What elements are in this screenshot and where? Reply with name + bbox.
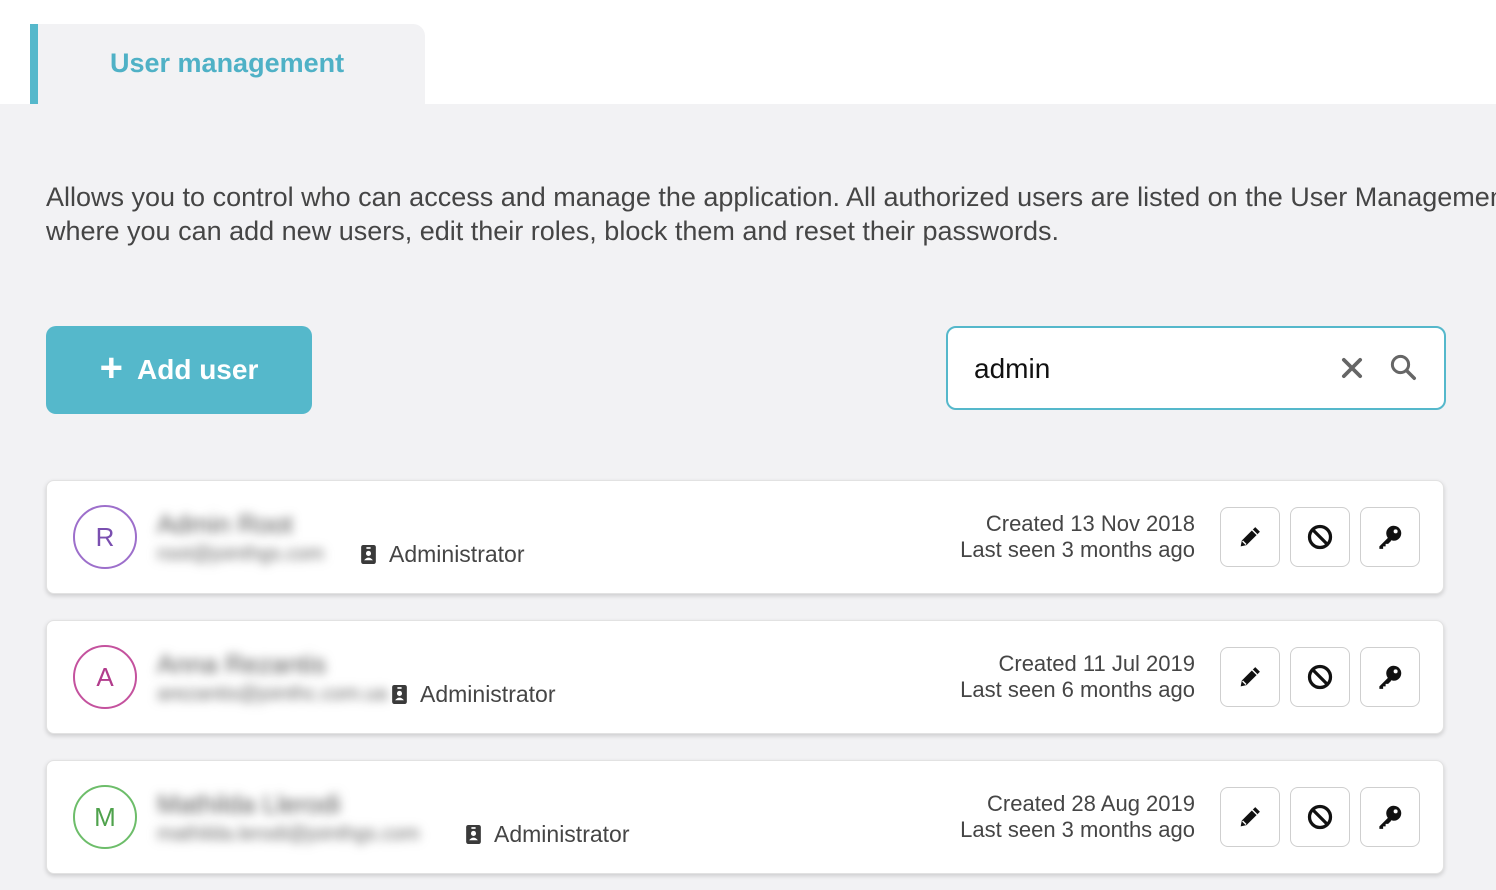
- tab-user-management[interactable]: User management: [30, 24, 425, 104]
- user-role-label: Administrator: [420, 681, 556, 707]
- user-name: Mathilda Llerodi: [157, 789, 341, 819]
- add-user-button[interactable]: + Add user: [46, 326, 312, 414]
- avatar: M: [73, 785, 137, 849]
- user-meta: Created 13 Nov 2018 Last seen 3 months a…: [960, 511, 1195, 563]
- user-role: Administrator: [465, 821, 629, 848]
- edit-icon: [1240, 807, 1260, 827]
- edit-icon: [1240, 527, 1260, 547]
- search-box: [946, 326, 1446, 410]
- block-icon: [1307, 804, 1333, 830]
- user-meta: Created 28 Aug 2019 Last seen 3 months a…: [960, 791, 1195, 843]
- user-name: Anna Rezantis: [157, 649, 327, 679]
- id-badge-icon: [361, 545, 376, 564]
- key-icon: [1379, 525, 1402, 549]
- block-icon: [1307, 524, 1333, 550]
- user-card: R Admin Root root@jointhgs.com Administr…: [46, 480, 1444, 594]
- block-user-button[interactable]: [1290, 787, 1350, 847]
- block-icon: [1307, 664, 1333, 690]
- created-date: Created 28 Aug 2019: [987, 791, 1195, 816]
- last-seen: Last seen 6 months ago: [960, 677, 1195, 702]
- key-icon: [1379, 665, 1402, 689]
- user-card: A Anna Rezantis arezantis@jointhc.com.ua…: [46, 620, 1444, 734]
- user-email: mathilda.lerodi@jointhgs.com: [157, 823, 420, 845]
- last-seen: Last seen 3 months ago: [960, 817, 1195, 842]
- tab-label: User management: [110, 48, 345, 78]
- user-role: Administrator: [360, 541, 524, 568]
- reset-password-button[interactable]: [1360, 507, 1420, 567]
- page-description: Allows you to control who can access and…: [46, 182, 1496, 246]
- edit-user-button[interactable]: [1220, 647, 1280, 707]
- search-icon[interactable]: [1388, 352, 1418, 382]
- main-content: Allows you to control who can access and…: [0, 104, 1496, 890]
- created-date: Created 11 Jul 2019: [998, 651, 1195, 676]
- plus-icon: +: [99, 346, 123, 390]
- avatar-initial: R: [95, 521, 115, 552]
- avatar: A: [73, 645, 137, 709]
- user-email: arezantis@jointhc.com.ua: [157, 683, 388, 705]
- search-input[interactable]: [972, 346, 1316, 392]
- block-user-button[interactable]: [1290, 507, 1350, 567]
- add-user-label: Add user: [137, 354, 259, 385]
- reset-password-button[interactable]: [1360, 787, 1420, 847]
- user-meta: Created 11 Jul 2019 Last seen 6 months a…: [960, 651, 1195, 703]
- tab-bar: User management: [0, 0, 1496, 104]
- user-name: Admin Root: [157, 509, 293, 539]
- user-role-label: Administrator: [494, 821, 630, 847]
- id-badge-icon: [392, 685, 407, 704]
- user-role: Administrator: [391, 681, 555, 708]
- last-seen: Last seen 3 months ago: [960, 537, 1195, 562]
- avatar-initial: A: [96, 661, 114, 692]
- user-card: M Mathilda Llerodi mathilda.lerodi@joint…: [46, 760, 1444, 874]
- user-email: root@jointhgs.com: [157, 543, 325, 565]
- avatar: R: [73, 505, 137, 569]
- key-icon: [1379, 805, 1402, 829]
- close-icon[interactable]: [1338, 354, 1366, 382]
- edit-user-button[interactable]: [1220, 507, 1280, 567]
- edit-icon: [1240, 667, 1260, 687]
- avatar-initial: M: [94, 801, 116, 832]
- created-date: Created 13 Nov 2018: [985, 511, 1195, 536]
- reset-password-button[interactable]: [1360, 647, 1420, 707]
- edit-user-button[interactable]: [1220, 787, 1280, 847]
- id-badge-icon: [466, 825, 481, 844]
- user-role-label: Administrator: [389, 541, 525, 567]
- block-user-button[interactable]: [1290, 647, 1350, 707]
